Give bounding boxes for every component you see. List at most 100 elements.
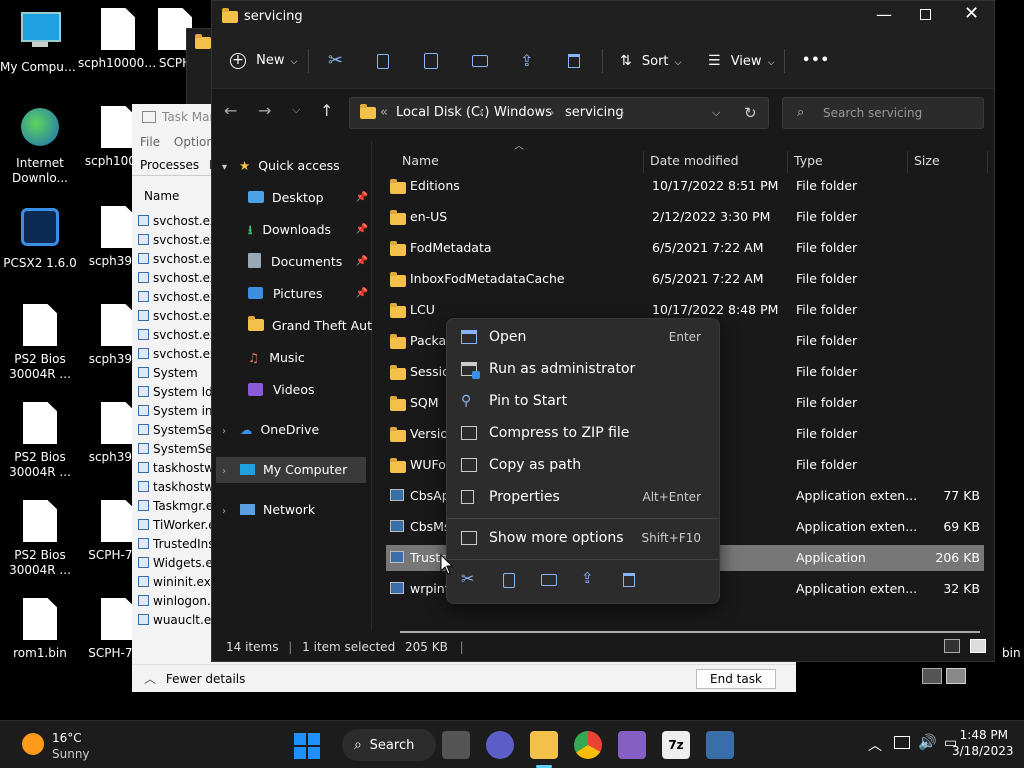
visual-studio-icon[interactable] [618, 731, 646, 759]
chevron-up-icon[interactable]: ︿ [144, 672, 156, 686]
taskbar-search-button[interactable]: ⌕ Search [342, 729, 436, 761]
tiles-view-icon[interactable] [946, 668, 966, 684]
process-row[interactable]: wininit.exe [132, 573, 212, 592]
file-row[interactable]: en-US 2/12/2022 3:30 PM File folder [386, 204, 984, 230]
tiles-view-icon[interactable] [970, 639, 986, 653]
process-row[interactable]: System int [132, 402, 212, 421]
file-row[interactable]: Editions 10/17/2022 8:51 PM File folder [386, 173, 984, 199]
process-row[interactable]: svchost.ex [132, 212, 212, 231]
menu-item-compress-zip[interactable]: Compress to ZIP file [451, 418, 717, 448]
fewer-details-link[interactable]: Fewer details [166, 672, 246, 686]
tab-processes[interactable]: Processes [140, 158, 199, 172]
column-header-size[interactable]: Size [914, 153, 940, 175]
end-task-button[interactable]: End task [696, 669, 776, 689]
nav-quick-access[interactable]: ▾ ★ Quick access [222, 153, 340, 179]
cut-icon[interactable]: ✂ [461, 569, 474, 588]
details-view-icon[interactable] [944, 639, 960, 653]
new-button[interactable]: + New ⌵ [230, 47, 297, 75]
column-separator[interactable] [907, 151, 908, 173]
process-row[interactable]: svchost.ex [132, 250, 212, 269]
desktop-icon-idm[interactable]: Internet Downlo... [0, 106, 80, 186]
address-bar[interactable]: « Local Disk (C:) › Windows › servicing … [349, 97, 769, 129]
back-button[interactable]: ← [224, 101, 237, 120]
network-status-icon[interactable] [894, 736, 910, 749]
breadcrumb-local-disk[interactable]: Local Disk (C:) [396, 98, 489, 128]
file-explorer-icon[interactable] [530, 731, 558, 759]
menu-item-copy-as-path[interactable]: Copy as path [451, 450, 717, 480]
start-button[interactable] [294, 733, 320, 759]
clock[interactable]: 1:48 PM 3/18/2023 [952, 727, 1014, 759]
menu-file[interactable]: File [140, 135, 160, 149]
menu-item-properties[interactable]: Properties Alt+Enter [451, 482, 717, 512]
desktop-icon-file[interactable]: scph10000.... [78, 8, 158, 71]
volume-icon[interactable]: 🔊 [918, 733, 937, 751]
task-manager-icon[interactable] [706, 731, 734, 759]
nav-music[interactable]: ♫ Music [248, 345, 305, 371]
minimize-button[interactable]: — [876, 5, 892, 24]
process-row[interactable]: taskhostw. [132, 478, 212, 497]
nav-videos[interactable]: Videos [248, 377, 315, 403]
nav-onedrive[interactable]: › ☁ OneDrive [222, 417, 319, 443]
process-row[interactable]: System [132, 364, 212, 383]
process-row[interactable]: SystemSet [132, 421, 212, 440]
forward-button[interactable]: → [258, 101, 271, 120]
details-view-icon[interactable] [922, 668, 942, 684]
close-button[interactable]: ✕ [964, 3, 979, 24]
7zip-icon[interactable]: 7z [662, 731, 690, 759]
chevron-up-icon[interactable]: ︿ [868, 735, 882, 755]
breadcrumb-servicing[interactable]: servicing [565, 98, 624, 128]
paste-icon[interactable] [424, 47, 438, 75]
column-separator[interactable] [643, 151, 644, 173]
rename-icon[interactable] [541, 574, 557, 586]
process-row[interactable]: TrustedInst [132, 535, 212, 554]
process-row[interactable]: TiWorker.e [132, 516, 212, 535]
menu-item-run-as-administrator[interactable]: Run as administrator [451, 354, 717, 384]
nav-network[interactable]: › Network [222, 497, 315, 523]
file-row[interactable]: InboxFodMetadataCache 6/5/2021 7:22 AM Fil… [386, 266, 984, 292]
process-row[interactable]: svchost.ex [132, 307, 212, 326]
column-header-date-modified[interactable]: Date modified [650, 153, 739, 175]
process-row[interactable]: svchost.ex [132, 231, 212, 250]
column-header-type[interactable]: Type [794, 153, 823, 175]
process-row[interactable]: SystemSet [132, 440, 212, 459]
nav-gta-folder[interactable]: Grand Theft Auto - [248, 313, 372, 339]
desktop-icon-my-computer[interactable]: My Computer [0, 8, 80, 75]
breadcrumb-overflow[interactable]: « [380, 98, 388, 128]
chrome-icon[interactable] [574, 731, 602, 759]
delete-icon[interactable] [568, 47, 580, 75]
column-separator[interactable] [787, 151, 788, 173]
desktop-icon-file[interactable]: PS2 Bios 30004R ... [0, 304, 80, 382]
refresh-icon[interactable]: ↻ [744, 98, 757, 128]
up-button[interactable]: ↑ [320, 101, 333, 120]
desktop-icon-file[interactable]: PS2 Bios 30004R ... [0, 500, 80, 578]
nav-my-computer[interactable]: › My Computer [216, 457, 366, 483]
file-row[interactable]: FodMetadata 6/5/2021 7:22 AM File folder [386, 235, 984, 261]
address-dropdown-chevron-icon[interactable]: ⌵ [712, 98, 720, 128]
see-more-button[interactable]: ••• [802, 47, 830, 75]
cut-icon[interactable]: ✂ [328, 47, 343, 75]
desktop-icon-file[interactable]: PS2 Bios 30004R ... [0, 402, 80, 480]
process-row[interactable]: svchost.ex [132, 345, 212, 364]
menu-item-show-more-options[interactable]: Show more options Shift+F10 [451, 523, 717, 553]
process-row[interactable]: Taskmgr.ex [132, 497, 212, 516]
process-row[interactable]: taskhostw. [132, 459, 212, 478]
breadcrumb-windows[interactable]: Windows [494, 98, 552, 128]
recent-locations-chevron-icon[interactable]: ⌵ [292, 103, 300, 117]
nav-desktop[interactable]: Desktop 📌 [248, 185, 368, 211]
copy-icon[interactable] [503, 573, 515, 588]
process-row[interactable]: svchost.ex [132, 288, 212, 307]
sort-button[interactable]: ⇅ Sort ⌵ [620, 47, 682, 75]
rename-icon[interactable] [472, 47, 488, 75]
desktop-icon-pcsx2[interactable]: PCSX2 1.6.0 [0, 206, 80, 271]
delete-icon[interactable] [623, 573, 635, 587]
maximize-button[interactable] [920, 9, 931, 20]
task-view-icon[interactable] [442, 731, 470, 759]
menu-item-pin-to-start[interactable]: ⚲ Pin to Start [451, 386, 717, 416]
share-icon[interactable]: ⇪ [520, 47, 533, 75]
process-row[interactable]: wuauclt.ex [132, 611, 212, 630]
desktop-icon-file[interactable]: rom1.bin [0, 598, 80, 661]
nav-pictures[interactable]: Pictures 📌 [248, 281, 368, 307]
view-button[interactable]: ☰ View ⌵ [708, 47, 775, 75]
process-row[interactable]: winlogon.e [132, 592, 212, 611]
process-row[interactable]: Widgets.ex [132, 554, 212, 573]
